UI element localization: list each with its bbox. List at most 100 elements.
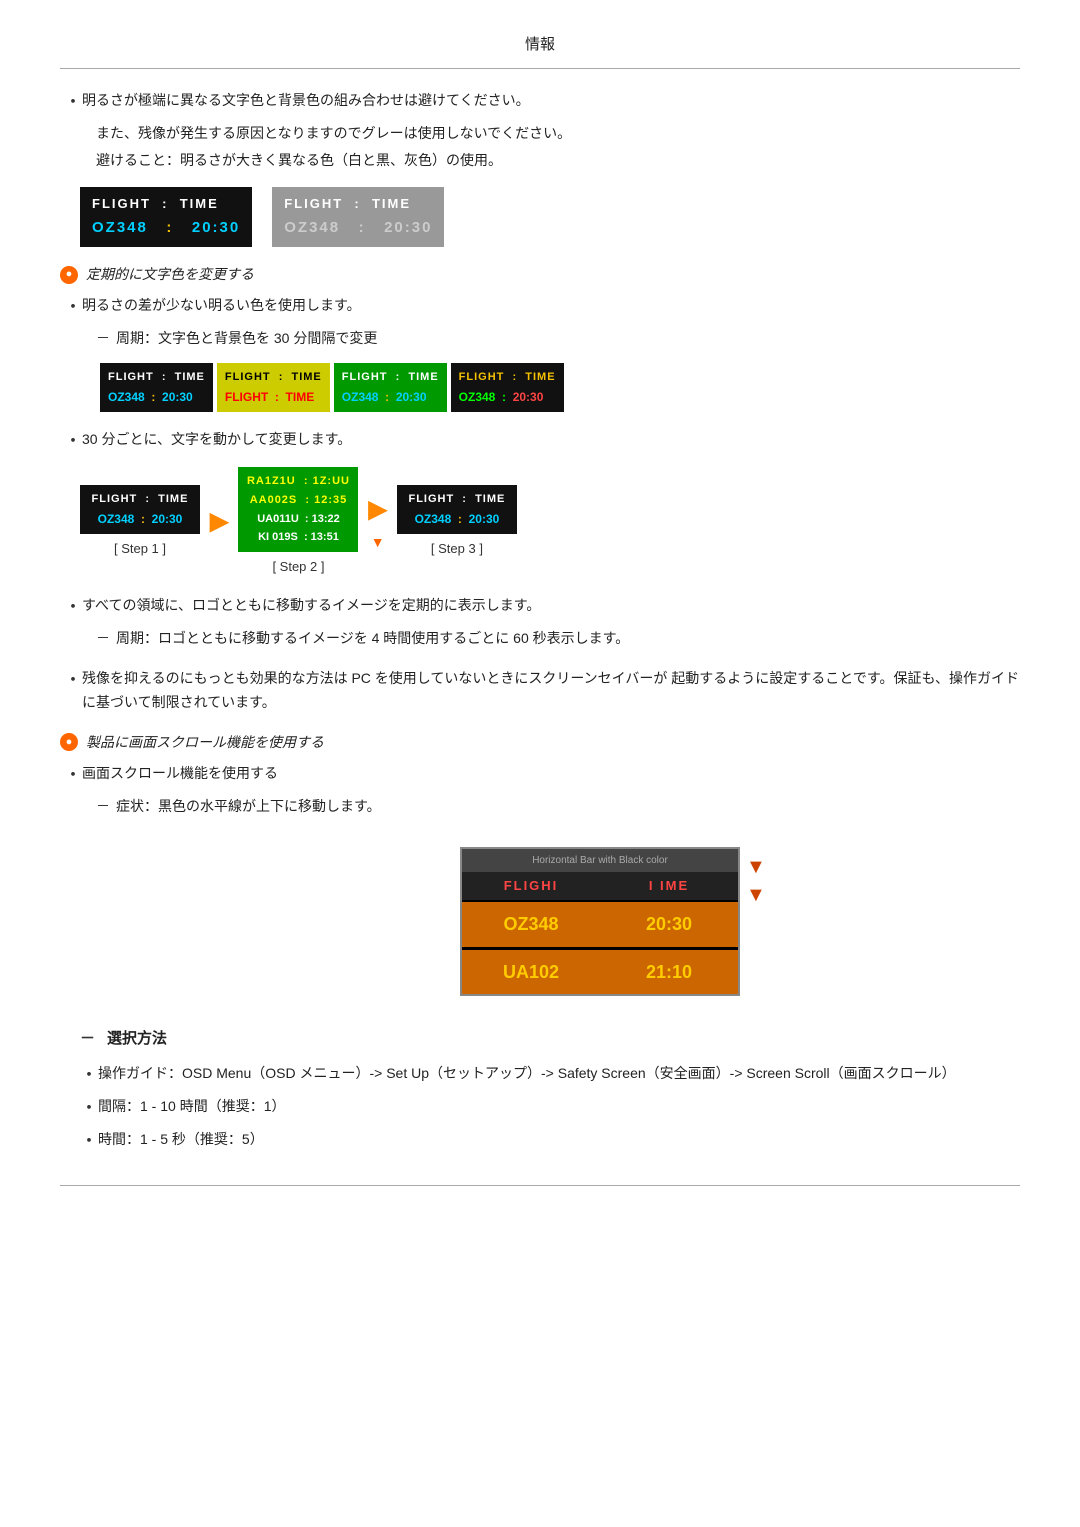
page-header: 情報	[60, 20, 1020, 69]
sel-heading-text: 選択方法	[107, 1026, 167, 1052]
bullet-item-3: ・ 30 分ごとに、文字を動かして変更します。	[60, 428, 1020, 455]
hbar-wrapper: Horizontal Bar with Black color FLIGHI I…	[260, 833, 1020, 1010]
bullet-item-5: ・ 残像を抑えるのにもっとも効果的な方法は PC を使用していないときにスクリー…	[60, 667, 1020, 715]
bullet-item-4: ・ すべての領域に、ロゴとともに移動するイメージを定期的に表示します。	[60, 594, 1020, 621]
hbar-demo: Horizontal Bar with Black color FLIGHI I…	[460, 847, 740, 996]
step1-display: FLIGHT : TIME OZ348 : 20:30	[80, 485, 200, 534]
bullet-text-6: 画面スクロール機能を使用する	[82, 762, 1020, 786]
step3-flight: OZ348	[415, 512, 452, 526]
sub-item-2a: － 周期：文字色と背景色を 30 分間隔で変更	[60, 327, 1020, 351]
arrow-1: ▶	[210, 502, 228, 543]
bullet-dot-2: ・	[64, 294, 82, 321]
sel-bullet-3: ・ 時間：1 - 5 秒（推奨：5）	[60, 1128, 1020, 1155]
bullet-item-1: ・ 明るさが極端に異なる文字色と背景色の組み合わせは避けてください。	[60, 89, 1020, 116]
arrow-right-icon-1: ▶	[210, 502, 228, 543]
color-box-3: FLIGHT : TIME OZ348 : 20:30	[334, 363, 447, 412]
sub-item-6a: － 症状：黒色の水平線が上下に移動します。	[60, 795, 1020, 819]
hbar-row-2: UA102 21:10	[462, 950, 738, 995]
sel-text-2: 間隔：1 - 10 時間（推奨：1）	[98, 1095, 1020, 1119]
sel-dot-2: ・	[80, 1095, 98, 1122]
cb3-data: OZ348 : 20:30	[342, 387, 439, 407]
cb3-flight: OZ348	[342, 390, 379, 404]
step2-label-text: [ Step 2 ]	[238, 556, 358, 578]
hbar-col1-header: FLIGHI	[462, 872, 600, 900]
sub-text-4a: 周期：ロゴとともに移動するイメージを 4 時間使用するごとに 60 秒表示します…	[116, 627, 629, 651]
sel-text-3: 時間：1 - 5 秒（推奨：5）	[98, 1128, 1020, 1152]
orange-heading-1: ● 定期的に文字色を変更する	[60, 263, 1020, 287]
page-title: 情報	[525, 36, 555, 53]
bullet-item-2: ・ 明るさの差が少ない明るい色を使用します。	[60, 294, 1020, 321]
arrow-down-icon: ▼	[371, 531, 385, 555]
hbar-row1-col1: OZ348	[462, 902, 600, 947]
cb4-label: FLIGHT : TIME	[459, 368, 556, 387]
bullet-text-1: 明るさが極端に異なる文字色と背景色の組み合わせは避けてください。	[82, 89, 1020, 113]
section-selection: － 選択方法 ・ 操作ガイド：OSD Menu（OSD メニュー）-> Set …	[60, 1026, 1020, 1155]
hbar-col2-header: I IME	[600, 872, 738, 900]
section-move-text: ・ 30 分ごとに、文字を動かして変更します。 FLIGHT : TIME OZ…	[60, 428, 1020, 578]
hbar-header-row: FLIGHI I IME	[462, 872, 738, 902]
flight-box-gray: FLIGHT : TIME OZ348 : 20:30	[272, 187, 444, 247]
flight-time-black: 20:30	[192, 219, 240, 236]
color-box-4: FLIGHT : TIME OZ348 : 20:30	[451, 363, 564, 412]
page-container: 情報 ・ 明るさが極端に異なる文字色と背景色の組み合わせは避けてください。 また…	[0, 0, 1080, 1236]
hbar-arrow-down-2: ▼	[746, 885, 766, 905]
orange-circle-icon: ●	[60, 266, 78, 284]
dash-char-4a: －	[96, 627, 116, 651]
flight-data-black: OZ348 : 20:30	[92, 215, 240, 241]
flight-box-black: FLIGHT : TIME OZ348 : 20:30	[80, 187, 252, 247]
bullet-text-4: すべての領域に、ロゴとともに移動するイメージを定期的に表示します。	[82, 594, 1020, 618]
arrow-2: ▶ ▼	[368, 490, 386, 555]
sub-item-4a: － 周期：ロゴとともに移動するイメージを 4 時間使用するごとに 60 秒表示し…	[60, 627, 1020, 651]
step2-line4: KI 019S : 13:51	[246, 528, 350, 547]
sub-dash-4a: － 周期：ロゴとともに移動するイメージを 4 時間使用するごとに 60 秒表示し…	[96, 627, 1020, 651]
cb1-label: FLIGHT : TIME	[108, 368, 205, 387]
orange-heading-text-2: 製品に画面スクロール機能を使用する	[86, 731, 324, 755]
section-color-change: ・ 明るさの差が少ない明るい色を使用します。 － 周期：文字色と背景色を 30 …	[60, 294, 1020, 412]
step2-line2: AA002S : 12:35	[246, 491, 350, 510]
sub-item-1b: 避けること：明るさが大きく異なる色（白と黒、灰色）の使用。	[60, 149, 1020, 173]
bullet-text-5: 残像を抑えるのにもっとも効果的な方法は PC を使用していないときにスクリーンセ…	[82, 667, 1020, 715]
orange-circle-icon-2: ●	[60, 733, 78, 751]
step1-time: 20:30	[152, 512, 183, 526]
cb4-data: OZ348 : 20:30	[459, 387, 556, 407]
bullet-item-6: ・ 画面スクロール機能を使用する	[60, 762, 1020, 789]
hbar-row2-col1: UA102	[462, 950, 600, 995]
step1-label-text: [ Step 1 ]	[80, 538, 200, 560]
page-footer	[60, 1185, 1020, 1196]
section-color-contrast: ・ 明るさが極端に異なる文字色と背景色の組み合わせは避けてください。 また、残像…	[60, 89, 1020, 247]
step-2-box: RA1Z1U : 1Z:UU AA002S : 12:35 UA011U : 1…	[238, 467, 358, 578]
sub-text-2a: 周期：文字色と背景色を 30 分間隔で変更	[116, 327, 377, 351]
step3-display: FLIGHT : TIME OZ348 : 20:30	[397, 485, 517, 534]
bullet-dot-4: ・	[64, 594, 82, 621]
step3-time: 20:30	[469, 512, 500, 526]
cb1-flight: OZ348	[108, 390, 145, 404]
color-boxes-row: FLIGHT : TIME OZ348 : 20:30 FLIGHT : TIM…	[100, 363, 1020, 412]
step2-line1: RA1Z1U : 1Z:UU	[246, 472, 350, 491]
flight-number-black: OZ348	[92, 219, 148, 236]
sel-dot-3: ・	[80, 1128, 98, 1155]
dash-char-2a: －	[96, 327, 116, 351]
bullet-dot-6: ・	[64, 762, 82, 789]
step3-label-text: [ Step 3 ]	[397, 538, 517, 560]
dash-char-6a: －	[96, 795, 116, 819]
color-box-2: FLIGHT : TIME FLIGHT : TIME	[217, 363, 330, 412]
sel-dot-1: ・	[80, 1062, 98, 1089]
flight-label-black: FLIGHT : TIME	[92, 193, 240, 215]
cb4-flight: OZ348	[459, 390, 496, 404]
hbar-title: Horizontal Bar with Black color	[462, 849, 738, 872]
hbar-row-1: OZ348 20:30	[462, 902, 738, 950]
bullet-dot-5: ・	[64, 667, 82, 694]
cb1-time: 20:30	[162, 390, 193, 404]
step-3-box: FLIGHT : TIME OZ348 : 20:30 [ Step 3 ]	[397, 485, 517, 560]
step1-data: OZ348 : 20:30	[88, 509, 192, 529]
sub-dash-6a: － 症状：黒色の水平線が上下に移動します。	[96, 795, 1020, 819]
orange-heading-text-1: 定期的に文字色を変更する	[86, 263, 254, 287]
bullet-text-3: 30 分ごとに、文字を動かして変更します。	[82, 428, 1020, 452]
sub-text-6a: 症状：黒色の水平線が上下に移動します。	[116, 795, 381, 819]
sel-bullet-2: ・ 間隔：1 - 10 時間（推奨：1）	[60, 1095, 1020, 1122]
cb1-data: OZ348 : 20:30	[108, 387, 205, 407]
cb2-data: FLIGHT : TIME	[225, 387, 322, 407]
steps-row: FLIGHT : TIME OZ348 : 20:30 [ Step 1 ] ▶…	[80, 467, 1020, 578]
cb3-label: FLIGHT : TIME	[342, 368, 439, 387]
hbar-row2-col2: 21:10	[600, 950, 738, 995]
